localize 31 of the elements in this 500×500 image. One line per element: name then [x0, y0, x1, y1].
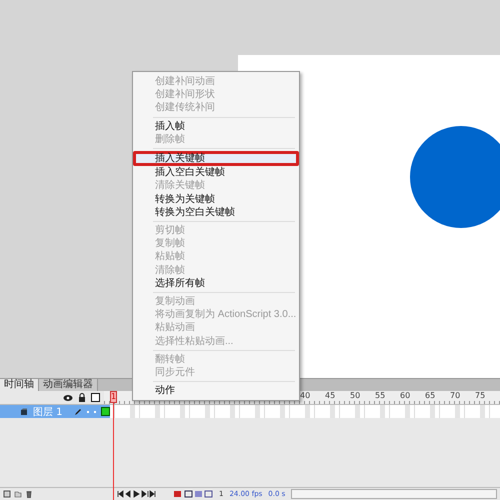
new-layer-icon[interactable] [3, 490, 11, 498]
playhead[interactable]: 1 [110, 391, 117, 500]
frame-number: 40 [300, 391, 312, 401]
frame-number: 60 [400, 391, 412, 401]
panel-tab[interactable]: 时间轴 [0, 379, 39, 391]
layer-row[interactable]: 图层 1 [0, 405, 110, 418]
eye-icon[interactable] [63, 394, 73, 402]
frame-number: 75 [475, 391, 486, 401]
onion-skin-icon[interactable] [173, 490, 213, 498]
outline-square-icon[interactable] [91, 393, 100, 402]
layer-icon [20, 408, 28, 416]
lock-icon[interactable] [78, 393, 86, 402]
menu-item[interactable]: 转换为空白关键帧 [135, 206, 297, 220]
menu-item[interactable]: 转换为关键帧 [135, 192, 297, 206]
frame-number: 65 [425, 391, 436, 401]
layer-color-icon[interactable] [101, 407, 110, 416]
folder-icon[interactable] [14, 490, 22, 498]
trash-icon[interactable] [25, 490, 33, 498]
horizontal-scrollbar[interactable] [291, 489, 497, 499]
frame-number: 55 [375, 391, 386, 401]
menu-item[interactable]: 插入帧 [135, 120, 297, 133]
frame-number: 45 [325, 391, 336, 401]
pencil-icon [74, 408, 82, 416]
panel-tab[interactable]: 动画编辑器 [39, 379, 98, 391]
menu-item[interactable]: 插入关键帧 [133, 151, 299, 166]
layer-name: 图层 1 [33, 406, 64, 418]
menu-item[interactable]: 动作 [135, 384, 297, 398]
menu-item[interactable]: 插入空白关键帧 [135, 166, 297, 180]
frame-number: 70 [450, 391, 462, 401]
menu-item[interactable]: 选择所有帧 [135, 276, 297, 290]
frame-number: 50 [350, 391, 362, 401]
